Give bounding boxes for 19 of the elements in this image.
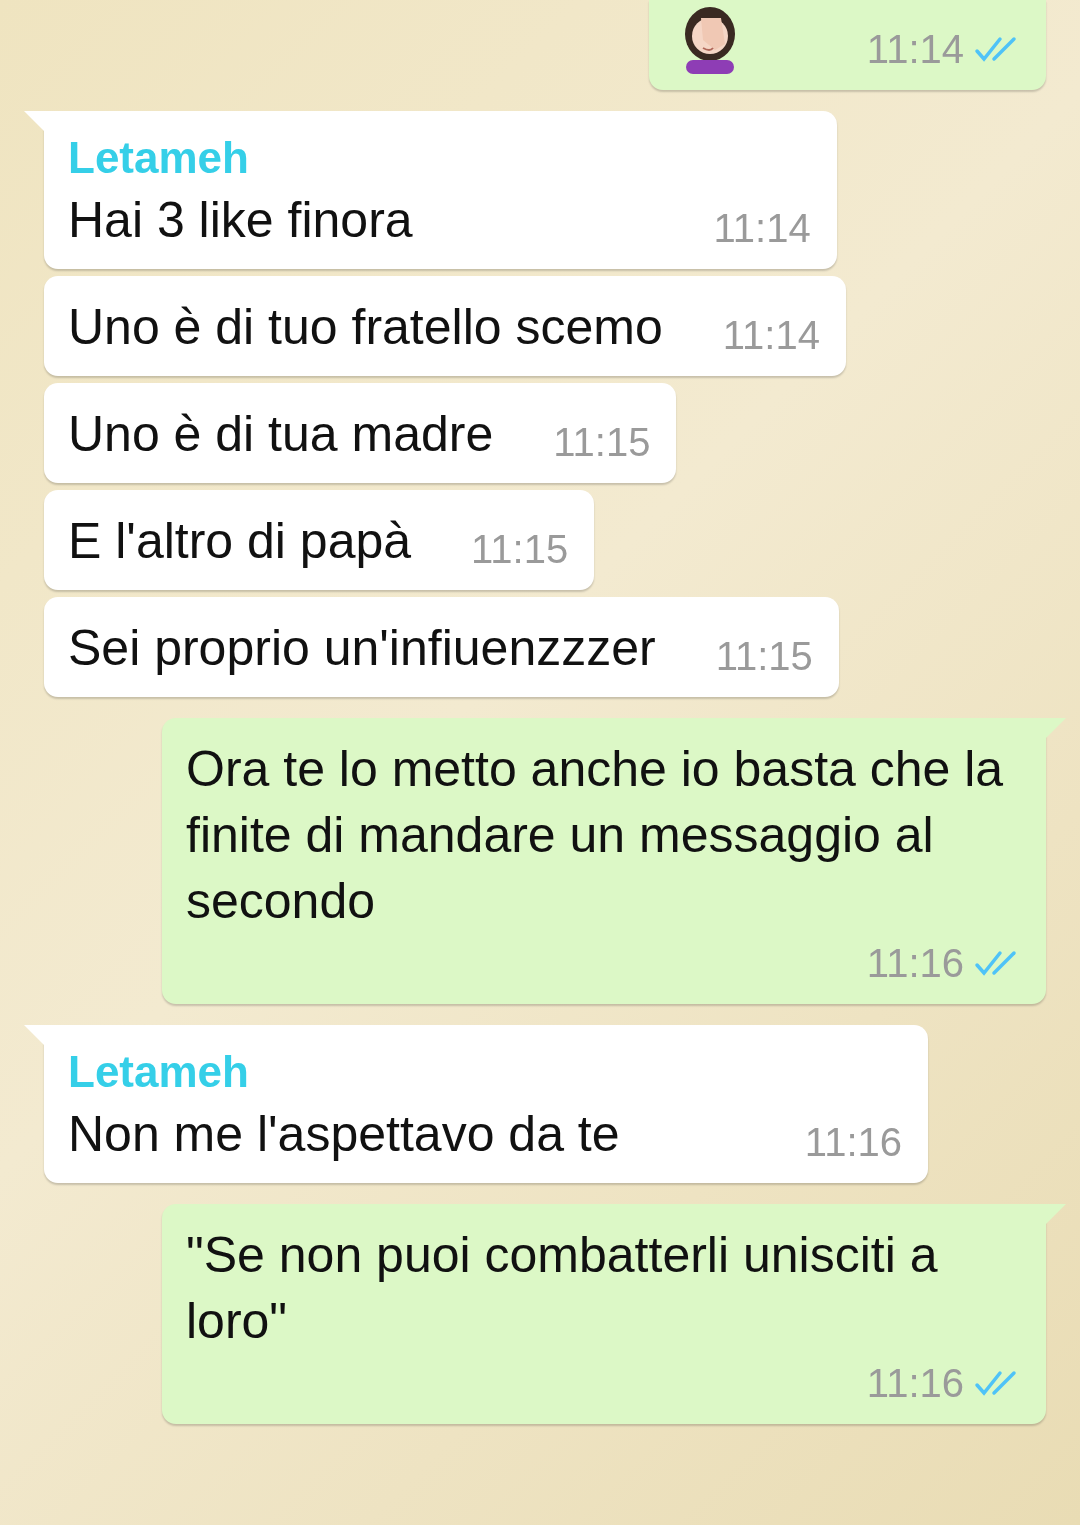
message-time: 11:14	[722, 312, 820, 359]
sender-name: Letameh	[68, 1046, 250, 1098]
message-text: "Se non puoi combatterli unisciti a loro"	[186, 1226, 939, 1351]
message-time: 11:16	[866, 940, 964, 987]
message-text: E l'altro di papà	[68, 512, 412, 571]
message-time: 11:15	[715, 633, 813, 680]
message-time: 11:15	[471, 526, 569, 573]
message-text: Ora te lo metto anche io basta che la finite di mandare un messaggio al secondo	[186, 740, 1005, 931]
message-time: 11:16	[866, 1360, 964, 1407]
message-text: Uno è di tuo fratello scemo	[68, 298, 663, 357]
message-text: Non me l'aspettavo da te	[68, 1105, 620, 1164]
message-text: Uno è di tua madre	[68, 405, 494, 464]
message-time: 11:16	[804, 1119, 902, 1166]
message-time: 11:15	[553, 419, 651, 466]
message-text: Sei proprio un'infiuenzzzer	[68, 619, 656, 678]
sender-name: Letameh	[68, 132, 250, 184]
message-time: 11:14	[713, 205, 811, 252]
message-time: 11:14	[866, 26, 964, 73]
message-text: Hai 3 like finora	[68, 191, 413, 250]
